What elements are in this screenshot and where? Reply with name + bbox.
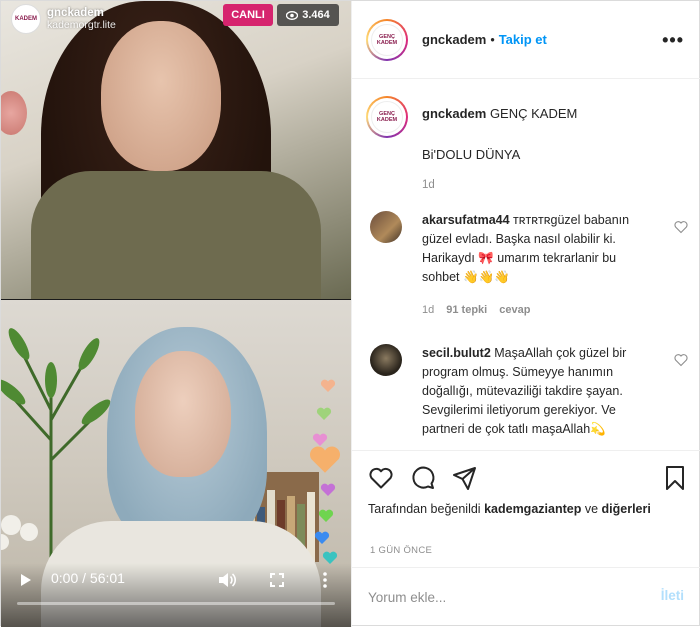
live-account-name: gnckadem (47, 7, 104, 19)
host-shirt (31, 171, 321, 299)
live-account-avatar[interactable]: KADEM (11, 4, 41, 34)
heart-reaction-icon (316, 407, 332, 420)
post-author-username[interactable]: gnckadem (422, 32, 486, 47)
comment-username[interactable]: secil.bulut2 (422, 346, 491, 360)
heart-reaction-icon (320, 379, 336, 392)
comment-bubble-icon[interactable] (410, 465, 436, 491)
instagram-post-window: KADEM gnckadem kademorgtr.lite CANLI 3.4… (0, 0, 700, 627)
commenter-avatar[interactable] (370, 211, 402, 243)
live-account-header[interactable]: KADEM gnckadem kademorgtr.lite (11, 4, 116, 34)
eye-icon (286, 10, 299, 20)
share-send-icon[interactable] (452, 465, 478, 491)
video-progress-bar[interactable] (17, 602, 335, 605)
post-side-panel: GENÇ KADEM gnckadem • Takip et ••• GENÇ (351, 1, 700, 627)
heart-reaction-icon (309, 446, 341, 473)
save-bookmark-icon[interactable] (662, 465, 688, 491)
live-video-player[interactable]: KADEM gnckadem kademorgtr.lite CANLI 3.4… (1, 1, 351, 627)
kadem-logo: GENÇ KADEM (371, 23, 403, 56)
follow-button[interactable]: Takip et (499, 32, 547, 47)
play-button[interactable] (15, 569, 37, 591)
live-account-subtitle: kademorgtr.lite (47, 19, 116, 31)
liked-by-user[interactable]: kademgaziantep (484, 502, 581, 516)
caption-body: Bi'DOLU DÜNYA (422, 147, 521, 162)
comment-username[interactable]: akarsufatma44 (422, 213, 510, 227)
post-options-button[interactable]: ••• (662, 30, 684, 51)
flower-decoration (1, 91, 27, 135)
caption-author-avatar[interactable]: GENÇ KADEM (366, 96, 408, 138)
host-face (101, 21, 221, 171)
heart-reaction-icon (320, 483, 336, 496)
post-actions-bar (352, 450, 700, 506)
kadem-logo: GENÇ KADEM (371, 101, 403, 133)
liked-by-prefix: Tarafından beğenildi (368, 502, 481, 516)
viewer-count: 3.464 (302, 9, 330, 21)
comments-list[interactable]: GENÇ KADEM gnckadem GENÇ KADEM Bi'DOLU D… (352, 80, 700, 450)
caption-username[interactable]: gnckadem (422, 106, 486, 121)
commenter-avatar[interactable] (370, 344, 402, 376)
comment-like-count[interactable]: 91 tepki (446, 304, 487, 316)
live-badge: CANLI (223, 4, 273, 26)
comment-meta: 1d 91 tepki cevap (422, 304, 530, 316)
comment-like-icon[interactable] (674, 220, 688, 234)
comment-age: 1d (422, 304, 435, 316)
volume-icon (219, 573, 236, 587)
fullscreen-button[interactable] (265, 568, 289, 592)
liked-by-others[interactable]: diğerleri (602, 502, 651, 516)
caption-text: GENÇ KADEM (489, 106, 578, 121)
comment-reply-button[interactable]: cevap (499, 304, 530, 316)
heart-reaction-icon (318, 509, 334, 522)
post-header: GENÇ KADEM gnckadem • Takip et ••• (352, 1, 700, 79)
fullscreen-icon (270, 573, 284, 587)
viewer-count-badge: 3.464 (277, 4, 339, 26)
player-controls: 0:00 / 56:01 (1, 563, 351, 627)
play-icon (21, 574, 31, 586)
post-author-avatar[interactable]: GENÇ KADEM (366, 18, 408, 61)
liked-by-text: Tarafından beğenildi kademgaziantep ve d… (368, 500, 688, 519)
post-time-ago: 1 GÜN ÖNCE (370, 545, 433, 556)
post-comment-button[interactable]: İleti (661, 588, 684, 603)
more-options-button[interactable] (315, 568, 335, 592)
like-heart-icon[interactable] (368, 465, 394, 491)
heart-reaction-icon (314, 531, 330, 544)
add-comment-bar: İleti (352, 567, 700, 627)
kebab-menu-icon (323, 572, 327, 588)
header-separator: • (490, 32, 495, 47)
comment-like-icon[interactable] (674, 353, 688, 367)
caption-age: 1d (422, 179, 435, 191)
liked-by-middle: ve (584, 502, 599, 516)
comment-input[interactable] (368, 586, 628, 608)
volume-button[interactable] (215, 568, 239, 592)
time-display: 0:00 / 56:01 (51, 570, 125, 586)
guest-face (135, 351, 231, 477)
video-pane-host (1, 1, 351, 299)
